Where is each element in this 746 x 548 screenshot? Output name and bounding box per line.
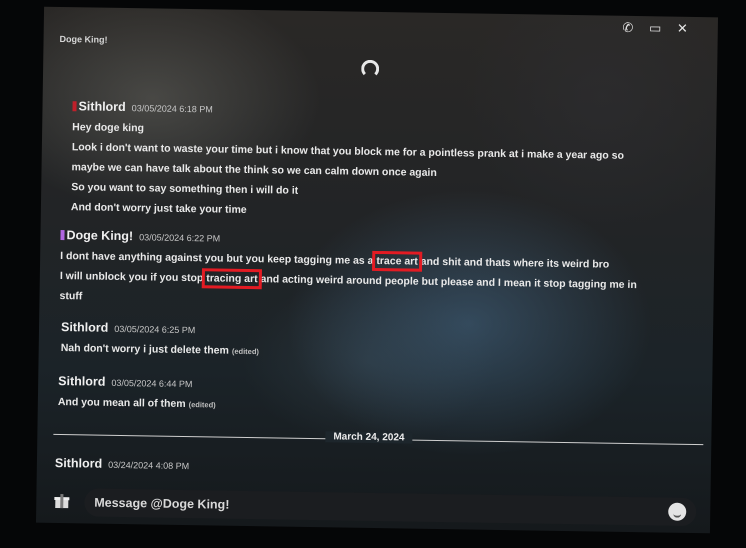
message-text: and acting weird around people but pleas…	[257, 273, 637, 292]
date-divider: March 24, 2024	[53, 427, 704, 451]
message: Doge King! 03/05/2024 6:22 PM I dont have…	[59, 225, 637, 315]
message-composer: Message @Doge King!	[36, 484, 711, 534]
message-timestamp: 03/24/2024 4:08 PM	[108, 459, 190, 472]
phone-icon[interactable]: ✆	[622, 20, 633, 35]
video-icon[interactable]: ▭	[649, 20, 662, 35]
message-text: and shit and thats where its weird bro	[417, 255, 610, 271]
chat-screen: ✆ ▭ ✕ Doge King! Sithlord 03/05/2024 6:18…	[35, 6, 719, 534]
message-author[interactable]: Sithlord	[58, 374, 105, 389]
message: Sithlord 03/05/2024 6:25 PM Nah don't wor…	[61, 317, 260, 362]
message-timestamp: 03/05/2024 6:25 PM	[114, 323, 196, 336]
message-text: I will unblock you if you stop	[59, 270, 207, 285]
message-author[interactable]: Sithlord	[61, 320, 108, 335]
message-input[interactable]: Message @Doge King!	[84, 488, 697, 527]
message-input-placeholder: Message @Doge King!	[94, 495, 230, 512]
top-icons: ✆ ▭ ✕	[610, 20, 688, 37]
message-text: Nah don't worry i just delete them	[60, 342, 229, 357]
message-line: And you mean all of them (edited)	[58, 392, 216, 415]
message-line: Nah don't worry i just delete them (edite…	[61, 338, 260, 362]
message-timestamp: 03/05/2024 6:22 PM	[139, 232, 221, 244]
emoji-icon[interactable]	[668, 502, 687, 521]
message-author[interactable]: Doge King!	[66, 228, 133, 243]
message-author[interactable]: Sithlord	[55, 456, 102, 471]
loading-spinner-icon	[361, 59, 380, 79]
edited-label: (edited)	[231, 346, 260, 357]
highlight-trace-art: trace art	[372, 250, 422, 272]
message: Sithlord 03/24/2024 4:08 PM	[55, 453, 190, 476]
gift-icon[interactable]	[54, 494, 70, 509]
message-text: I dont have anything against you but you…	[60, 250, 377, 267]
divider-date: March 24, 2024	[325, 431, 413, 444]
status-icon	[72, 101, 77, 112]
message-timestamp: 03/05/2024 6:44 PM	[111, 377, 193, 390]
message-timestamp: 03/05/2024 6:18 PM	[131, 103, 213, 115]
message-text: And you mean all of them	[57, 396, 186, 411]
highlight-tracing-art: tracing art	[202, 268, 262, 290]
top-bar: ✆ ▭ ✕	[44, 7, 718, 44]
message: Sithlord 03/05/2024 6:44 PM And you mean …	[58, 371, 216, 415]
close-icon[interactable]: ✕	[677, 21, 688, 36]
edited-label: (edited)	[188, 400, 216, 410]
message: Sithlord 03/05/2024 6:18 PM Hey doge king…	[71, 96, 625, 226]
status-icon	[60, 230, 65, 241]
channel-name: Doge King!	[59, 33, 108, 45]
message-author[interactable]: Sithlord	[78, 99, 125, 114]
